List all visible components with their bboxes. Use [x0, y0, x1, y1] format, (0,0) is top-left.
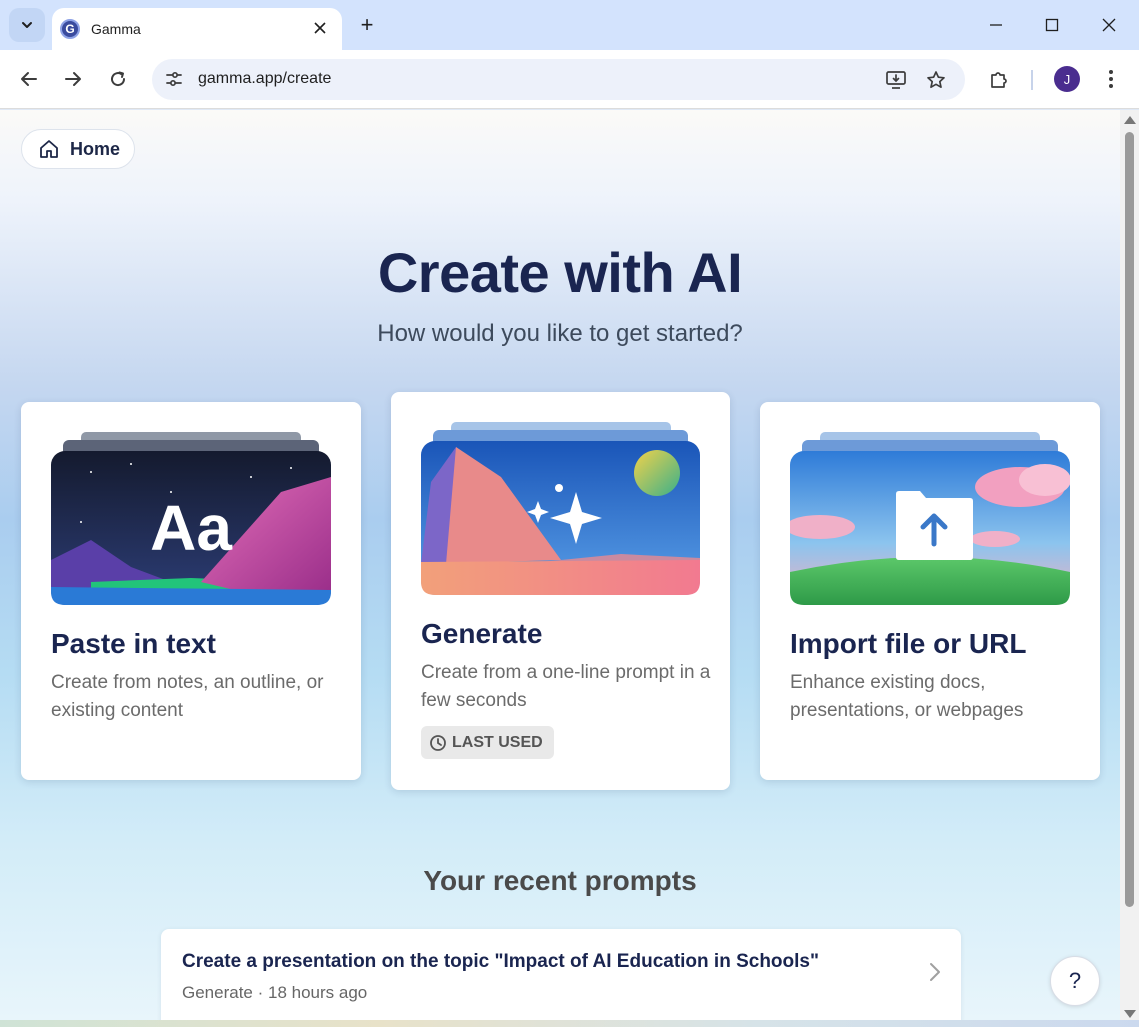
tab-search-button[interactable]: [9, 8, 45, 42]
home-button[interactable]: Home: [21, 129, 135, 169]
minimize-icon[interactable]: [981, 10, 1011, 40]
browser-menu-icon[interactable]: [1097, 65, 1125, 93]
card-title: Import file or URL: [790, 628, 1027, 659]
address-bar[interactable]: gamma.app/create: [152, 59, 965, 100]
chevron-down-icon: [22, 22, 32, 28]
new-tab-button[interactable]: +: [354, 12, 380, 38]
browser-tab[interactable]: G Gamma: [52, 8, 342, 50]
generate-card[interactable]: Generate Create from a one-line prompt i…: [391, 392, 730, 790]
import-file-card[interactable]: Import file or URL Enhance existing docs…: [760, 402, 1100, 780]
badge-label: LAST USED: [452, 733, 543, 751]
chevron-right-icon: [930, 963, 940, 981]
forward-arrow-icon[interactable]: [58, 64, 88, 94]
card-title: Generate: [421, 618, 543, 649]
browser-toolbar: gamma.app/create J: [0, 50, 1139, 109]
generate-illustration: [421, 422, 700, 595]
import-illustration: [790, 432, 1070, 605]
card-description: Create from notes, an outline, or existi…: [51, 672, 324, 721]
install-app-icon[interactable]: [882, 66, 910, 94]
page-subtitle: How would you like to get started?: [377, 320, 743, 347]
art-text: Aa: [150, 492, 232, 564]
page-scrollbar[interactable]: [1120, 110, 1139, 1020]
scroll-down-arrow-icon[interactable]: [1124, 1010, 1136, 1018]
back-arrow-icon[interactable]: [14, 64, 44, 94]
tab-title: Gamma: [91, 21, 141, 37]
profile-avatar[interactable]: J: [1054, 66, 1080, 92]
tab-close-icon[interactable]: [310, 18, 330, 38]
home-label: Home: [70, 138, 121, 159]
paste-in-text-card[interactable]: Aa Paste in text Create from notes, an o…: [21, 402, 361, 780]
recent-prompt-meta: Generate · 18 hours ago: [182, 983, 368, 1002]
paste-text-illustration: Aa: [51, 432, 331, 605]
scrollbar-thumb[interactable]: [1125, 132, 1134, 907]
page-content: Home Create with AI How would you like t…: [0, 110, 1120, 1020]
home-icon: [40, 140, 58, 158]
bookmark-star-icon[interactable]: [922, 66, 950, 94]
url-text: gamma.app/create: [198, 70, 332, 87]
extensions-puzzle-icon[interactable]: [985, 65, 1013, 93]
recent-prompt-item[interactable]: Create a presentation on the topic "Impa…: [161, 929, 961, 1020]
clock-icon: [430, 734, 446, 751]
gamma-favicon-icon: G: [60, 19, 80, 39]
reload-icon[interactable]: [103, 64, 133, 94]
scroll-up-arrow-icon[interactable]: [1124, 116, 1136, 124]
card-description: Create from a one-line prompt in a few s…: [421, 662, 711, 711]
tab-bar: G Gamma +: [0, 0, 1139, 50]
taskbar-edge: [0, 1020, 1139, 1027]
recent-prompt-text: Create a presentation on the topic "Impa…: [182, 951, 820, 972]
site-info-icon[interactable]: [162, 67, 186, 91]
page-title: Create with AI: [377, 241, 743, 304]
last-used-badge: LAST USED: [421, 726, 554, 759]
card-description: Enhance existing docs, presentations, or…: [790, 672, 1024, 721]
card-title: Paste in text: [51, 628, 216, 659]
window-close-icon[interactable]: [1094, 10, 1124, 40]
help-button[interactable]: ?: [1050, 956, 1100, 1006]
toolbar-divider: [1031, 70, 1033, 90]
recent-prompts-heading: Your recent prompts: [423, 865, 697, 896]
maximize-icon[interactable]: [1037, 10, 1067, 40]
